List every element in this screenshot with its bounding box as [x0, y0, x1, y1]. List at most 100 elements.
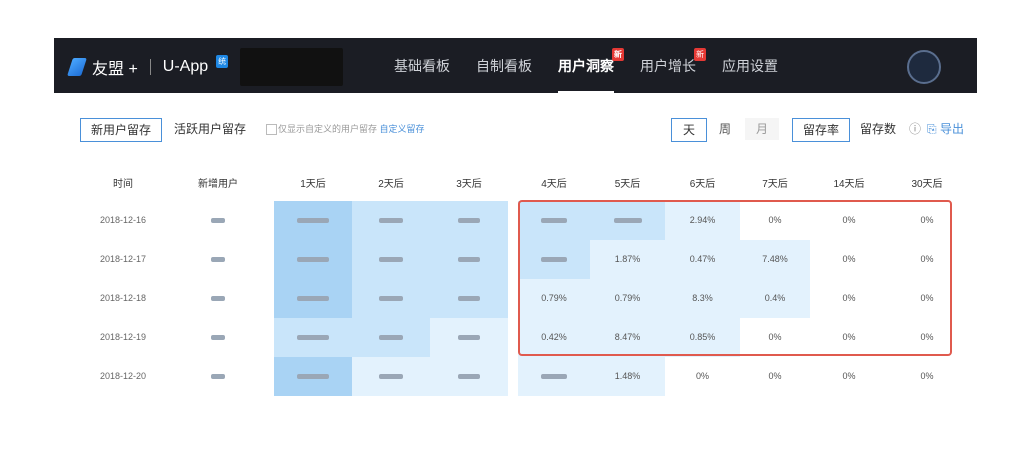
column-header: 新增用户 [198, 179, 238, 190]
custom-retention-link[interactable]: 自定义留存 [380, 124, 425, 134]
new-users-cell-redacted [183, 318, 253, 357]
retention-cell[interactable] [274, 318, 352, 357]
redacted-value [379, 257, 403, 263]
product-name: U-App [162, 58, 209, 75]
retention-cell[interactable] [274, 201, 352, 240]
redacted-value [458, 218, 480, 224]
column-header: 30天后 [911, 179, 943, 190]
retention-cell[interactable]: 8.47% [590, 318, 665, 357]
retention-toolbar: 新用户留存 活跃用户留存 仅显示自定义的用户留存 自定义留存 天 周 月 留存率… [80, 118, 970, 142]
custom-retention-hint: 仅显示自定义的用户留存 自定义留存 [278, 124, 425, 134]
column-header: 6天后 [689, 179, 716, 190]
date-cell: 2018-12-19 [99, 332, 147, 342]
redacted-value [541, 257, 567, 263]
retention-cell[interactable] [352, 279, 430, 318]
retention-cell[interactable] [430, 240, 508, 279]
metric-count-button[interactable]: 留存数 [856, 118, 900, 140]
period-day-button[interactable]: 天 [671, 118, 707, 142]
retention-cell[interactable] [352, 240, 430, 279]
nav-item-user-insight[interactable]: 用户洞察新 [558, 38, 624, 93]
new-badge: 新 [612, 48, 624, 61]
retention-cell[interactable]: 0% [810, 201, 888, 240]
retention-cell[interactable] [518, 357, 590, 396]
redacted-value [458, 257, 480, 263]
new-users-cell-redacted [183, 240, 253, 279]
column-header: 14天后 [833, 179, 865, 190]
retention-cell[interactable]: 0% [810, 279, 888, 318]
retention-cell[interactable] [518, 240, 590, 279]
redacted-value [379, 374, 403, 380]
new-users-cell-redacted [183, 201, 253, 240]
redacted-value [379, 218, 403, 224]
retention-cell[interactable]: 0.47% [665, 240, 740, 279]
retention-cell[interactable] [518, 201, 590, 240]
redacted-value [379, 296, 403, 302]
nav-item-basic-dashboard[interactable]: 基础看板 [394, 38, 450, 93]
help-icon[interactable]: ⓘ [909, 118, 921, 140]
app-selector-redacted[interactable] [240, 48, 343, 86]
custom-retention-checkbox[interactable] [266, 124, 277, 135]
retention-cell[interactable]: 0% [888, 240, 966, 279]
retention-cell[interactable] [352, 318, 430, 357]
retention-cell[interactable]: 0% [810, 240, 888, 279]
retention-cell[interactable] [274, 279, 352, 318]
retention-cell[interactable]: 0% [888, 201, 966, 240]
redacted-value [458, 296, 480, 302]
redacted-value [297, 218, 329, 224]
retention-cell[interactable]: 0.42% [518, 318, 590, 357]
new-users-cell-redacted [183, 279, 253, 318]
retention-cell[interactable]: 2.94% [665, 201, 740, 240]
retention-cell[interactable]: 1.48% [590, 357, 665, 396]
retention-cell[interactable] [352, 201, 430, 240]
period-week-button[interactable]: 周 [708, 118, 742, 140]
retention-cell[interactable] [352, 357, 430, 396]
retention-cell[interactable]: 0.79% [590, 279, 665, 318]
retention-cell[interactable] [430, 201, 508, 240]
redacted-value [297, 257, 329, 263]
retention-cell[interactable] [430, 357, 508, 396]
retention-cell[interactable] [274, 240, 352, 279]
redacted-value [297, 296, 329, 302]
retention-cell[interactable]: 0% [810, 318, 888, 357]
redacted-value [541, 218, 567, 224]
date-cell: 2018-12-17 [99, 254, 147, 264]
retention-cell[interactable]: 0% [810, 357, 888, 396]
retention-cell[interactable]: 0% [740, 201, 810, 240]
umeng-logo-icon [68, 56, 86, 78]
nav-item-user-growth[interactable]: 用户增长新 [640, 38, 706, 93]
retention-cell[interactable]: 0.4% [740, 279, 810, 318]
retention-cell[interactable]: 0% [740, 318, 810, 357]
retention-cell[interactable]: 0% [888, 318, 966, 357]
retention-cell[interactable] [430, 279, 508, 318]
retention-cell[interactable]: 0% [888, 279, 966, 318]
column-header: 时间 [113, 179, 133, 190]
retention-cell[interactable]: 8.3% [665, 279, 740, 318]
tab-active-user-retention[interactable]: 活跃用户留存 [174, 118, 246, 140]
retention-cell[interactable] [430, 318, 508, 357]
redacted-value [297, 335, 329, 341]
retention-cell[interactable]: 7.48% [740, 240, 810, 279]
user-avatar[interactable] [907, 50, 941, 84]
column-header: 2天后 [378, 179, 404, 190]
column-header: 5天后 [614, 179, 641, 190]
tab-new-user-retention[interactable]: 新用户留存 [80, 118, 163, 142]
retention-cell[interactable]: 0% [888, 357, 966, 396]
nav-item-app-settings[interactable]: 应用设置 [722, 38, 778, 93]
retention-cell[interactable] [590, 201, 665, 240]
export-button[interactable]: ⎘ 导出 [927, 118, 964, 140]
retention-cell[interactable] [274, 357, 352, 396]
retention-cell[interactable]: 0.85% [665, 318, 740, 357]
nav-item-custom-dashboard[interactable]: 自制看板 [476, 38, 532, 93]
brand-logo[interactable]: 友盟 + U-App 统 [68, 54, 229, 79]
retention-cell[interactable]: 0% [665, 357, 740, 396]
redacted-value [211, 374, 225, 380]
redacted-value [211, 296, 225, 302]
retention-cell[interactable]: 0% [740, 357, 810, 396]
retention-cell[interactable]: 0.79% [518, 279, 590, 318]
metric-rate-button[interactable]: 留存率 [792, 118, 850, 142]
redacted-value [458, 335, 480, 341]
column-header: 4天后 [541, 179, 567, 190]
period-month-button[interactable]: 月 [745, 118, 779, 140]
redacted-value [297, 374, 329, 380]
retention-cell[interactable]: 1.87% [590, 240, 665, 279]
